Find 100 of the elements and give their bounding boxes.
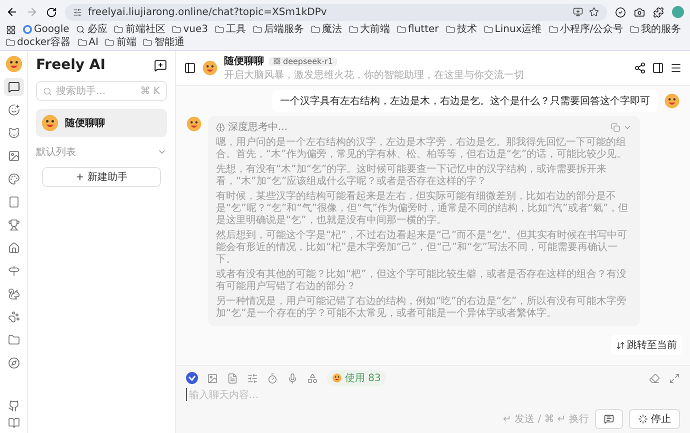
folder-icon [349,25,358,34]
google-icon [23,25,32,34]
folder-icon [143,38,152,47]
folder-icon [548,25,558,34]
thinking-paragraph: 有时候，某些汉字的结构可能看起来是左右，但实际可能有细微差别，比如右边的部分是不是“乞”呢？“乞”和“气”很像，但“气”作为偏旁时，通常是不同的结构，比如“汽”或者“氣”，但是这里明确说是“乞”，也就是没有中间那一横的字。 [216,191,630,227]
shortcut-hint: ↵ 发送 / ⌘ ↵ 换行 [502,413,589,426]
bookmark[interactable]: flutter [397,23,439,36]
new-assistant-button[interactable]: + 新建助手 [42,167,161,187]
model-icon[interactable] [186,372,198,384]
folder-icon [215,25,224,34]
thinking-status: 深度思考中... [228,120,288,134]
avatar-icon [664,93,680,109]
image-icon [8,150,20,162]
install-icon [573,7,583,17]
bookmark[interactable]: 我的服务 [630,23,682,36]
bookmark[interactable]: vue3 [172,23,208,36]
bookmark[interactable]: 后端服务 [253,23,304,36]
message-icon [604,414,614,424]
smile-plus-icon [8,104,20,116]
home-icon [8,242,20,254]
profile-avatar[interactable] [672,6,684,18]
trophy-icon [8,219,20,231]
folder-icon [311,25,320,34]
emoji-icon [332,373,342,383]
bookmark[interactable]: 魔法 [311,23,342,36]
model-tag: deepseek-r1 [269,56,337,66]
folder-icon [253,25,262,34]
avatar-icon [202,60,218,76]
star-icon [589,7,599,17]
book-icon[interactable] [8,417,20,429]
arrows-icon [616,340,625,350]
bookmark[interactable]: docker容器 [6,36,71,49]
shortcut-hint: ⌘ K [140,86,160,96]
bookmark[interactable]: 大前端 [349,23,390,36]
share-icon[interactable] [634,62,646,74]
loader-icon [638,414,648,424]
menu-icon[interactable] [670,62,682,74]
chat-title: 随便聊聊 [224,54,264,68]
thinking-paragraph: 嗯，用户问的是一个左右结构的汉字，左边是木字旁，右边是乞。那我得先回忆一下可能的组合。首先，“木”作为偏旁，常见的字有林、松、柏等等，但右边是“乞”的话，可能比较少见。 [216,137,628,161]
reload-icon[interactable] [46,6,57,18]
stop-button[interactable]: 停止 [629,409,680,429]
mic-icon[interactable] [287,372,298,384]
thinking-paragraph: 或者有没有其他的可能？比如“杷”，但这个字可能比较生僻，或者是否存在这样的组合？有没有可能用户写错了右边的部分？ [216,269,628,293]
squirrel-icon [8,288,20,300]
bookmark[interactable]: 技术 [446,23,477,36]
panel-left-icon[interactable] [184,62,196,74]
message-button[interactable] [595,409,623,429]
bookmark[interactable]: AI [78,36,98,49]
usage-chip: 使用 83 [327,370,386,386]
sliders-icon[interactable] [247,372,258,384]
timer-icon[interactable] [267,372,278,384]
address-bar[interactable]: freelyai.liujiarong.online/chat?topic=XSm1kDPv [65,4,607,20]
avatar-icon [186,116,202,132]
folder-icon [105,38,114,47]
jump-to-current-button[interactable]: 跳转至当前 [611,335,682,355]
site-settings-icon [73,8,82,16]
bookmark[interactable]: 必应 [76,23,108,36]
folder-icon [78,38,87,47]
github-icon[interactable] [8,400,20,412]
bookmark[interactable]: Linux运维 [484,23,542,36]
chat-icon [8,81,20,93]
puzzle-icon[interactable] [653,6,664,18]
thinking-paragraph: 先想，有没有“木”加“乞”的字。这时候可能要查一下记忆中的汉字结构，或许需要拆开来看，“木”加“乞”应该组成什么字呢？或者是否存在这样的字？ [216,164,608,188]
copy-icon[interactable] [611,122,620,132]
extension-icon[interactable] [615,6,626,18]
bookmark[interactable]: 工具 [215,23,246,36]
folder-icon [630,25,640,34]
eraser-icon[interactable] [649,372,660,384]
nav-button[interactable] [4,78,24,96]
plugin-icon[interactable] [307,372,318,384]
group-label: 默认列表 [36,146,76,159]
logo-icon [4,55,22,73]
expand-icon[interactable] [669,372,680,384]
apps-icon[interactable] [6,24,16,34]
assistant-item[interactable]: 随便聊聊 [36,109,167,137]
camera-icon[interactable] [634,6,645,18]
thinking-paragraph: 然后想到，可能这个字是“杞”，不过右边看起来是“己”而不是“乞”。但其实有时候在书写中可能会有形近的情况，比如“杞”是木字旁加“己”，但“己”和“乞”写法不同，可能需要再确认一下。 [216,230,628,266]
bookmark[interactable]: 小程序/公众号 [548,23,624,36]
panel-right-icon[interactable] [652,62,664,74]
bookmark[interactable]: 前端社区 [114,23,166,36]
thinking-paragraph: 另一种情况是，用户可能记错了右边的结构，例如“吃”的右边是“乞”，所以有没有可能木字旁加“乞”是一个存在的字？可能不太常见，或者可能是一个异体字或者繁体字。 [216,296,628,320]
signpost-icon [8,265,20,277]
model-icon [273,57,281,65]
search-icon [76,25,86,34]
folder-icon [172,25,182,34]
bookmark[interactable]: Google [23,23,70,36]
compass-icon [8,357,20,369]
folder-icon [484,25,493,34]
folder-icon [446,25,455,34]
back-icon[interactable] [6,6,18,18]
avatar-icon [41,114,59,132]
file-icon[interactable] [227,372,238,384]
tablet-icon [8,196,20,208]
chat-subtitle: 开启大脑风暴，激发思维火花，你的智能助理，在这里与你交流一切 [224,68,525,82]
user-message: 一个汉字具有左右结构，左边是木，右边是乞。这个是什么？只需要回答这个字即可 [272,90,658,112]
bookmark[interactable]: 智能通 [143,36,184,49]
image-icon[interactable] [207,372,218,384]
new-chat-icon[interactable] [154,58,167,72]
cat-icon [8,127,20,139]
bookmark[interactable]: 前端 [105,36,136,49]
